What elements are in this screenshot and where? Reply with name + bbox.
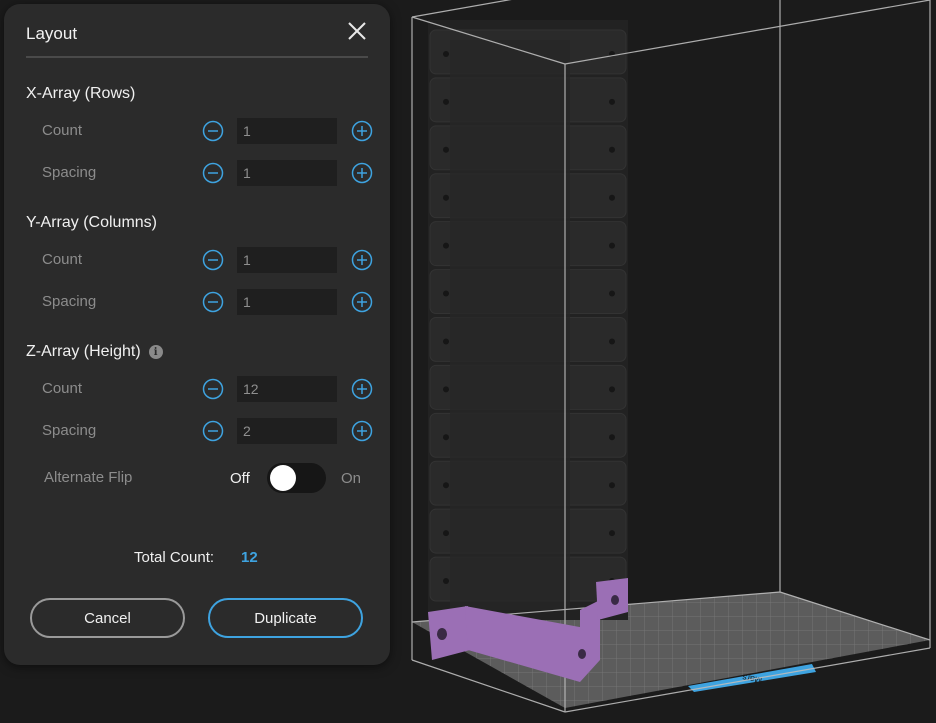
x-spacing-input[interactable]	[237, 160, 337, 186]
flip-on-label: On	[341, 470, 362, 487]
y-count-plus-icon[interactable]	[351, 249, 373, 271]
close-icon[interactable]	[346, 20, 368, 42]
x-count-plus-icon[interactable]	[351, 120, 373, 142]
x-array-heading: X-Array (Rows)	[26, 85, 135, 103]
x-count-row: Count	[4, 118, 390, 144]
y-spacing-row: Spacing	[4, 289, 390, 315]
stacked-copy-hole	[443, 50, 449, 57]
z-array-heading: Z-Array (Height) i	[26, 343, 163, 361]
x-array-title: X-Array (Rows)	[26, 85, 136, 102]
stacked-copy-hole	[609, 98, 615, 105]
y-spacing-input[interactable]	[237, 289, 337, 315]
stacked-copy-hole	[443, 386, 449, 393]
duplicate-button[interactable]: Duplicate	[208, 598, 363, 638]
z-spacing-input[interactable]	[237, 418, 337, 444]
z-count-label: Count	[42, 380, 83, 397]
y-count-row: Count	[4, 247, 390, 273]
stacked-copy-hole	[443, 290, 449, 297]
z-spacing-label: Spacing	[42, 422, 97, 439]
stacked-copy-hole	[609, 242, 615, 249]
stacked-copy-hole	[443, 98, 449, 105]
z-spacing-minus-icon[interactable]	[202, 420, 224, 442]
alternate-flip-toggle[interactable]	[267, 463, 326, 493]
x-spacing-label: Spacing	[42, 164, 97, 181]
stacked-copy-hole	[443, 578, 449, 585]
stacked-copy-hole	[443, 482, 449, 489]
x-count-input[interactable]	[237, 118, 337, 144]
z-spacing-row: Spacing	[4, 418, 390, 444]
layout-dialog: Layout X-Array (Rows) Count Spacing Y-Ar…	[4, 4, 390, 665]
header-divider	[26, 56, 368, 58]
z-count-plus-icon[interactable]	[351, 378, 373, 400]
stacked-copy-hole	[609, 338, 615, 345]
flip-off-label: Off	[230, 470, 250, 487]
y-array-heading: Y-Array (Columns)	[26, 214, 157, 232]
stacked-copy-hole	[609, 194, 615, 201]
stacked-copy-hole	[443, 530, 449, 537]
total-count-label: Total Count:	[134, 549, 215, 566]
stacked-copy-hole	[609, 482, 615, 489]
stacked-copy-hole	[609, 290, 615, 297]
total-count-value: 12	[241, 549, 258, 566]
x-count-label: Count	[42, 122, 83, 139]
stacked-copy-hole	[443, 338, 449, 345]
info-icon[interactable]: i	[148, 345, 163, 359]
model-stack	[428, 20, 628, 620]
stacked-copy-hole	[443, 434, 449, 441]
x-spacing-minus-icon[interactable]	[202, 162, 224, 184]
y-count-input[interactable]	[237, 247, 337, 273]
x-count-minus-icon[interactable]	[202, 120, 224, 142]
stacked-copy-hole	[609, 146, 615, 153]
dialog-title: Layout	[26, 24, 78, 43]
y-array-title: Y-Array (Columns)	[26, 214, 157, 231]
stacked-copy-hole	[443, 242, 449, 249]
stacked-copy-hole	[609, 434, 615, 441]
toggle-knob	[270, 465, 296, 491]
x-spacing-row: Spacing	[4, 160, 390, 186]
y-spacing-label: Spacing	[42, 293, 97, 310]
z-array-title: Z-Array (Height)	[26, 343, 141, 360]
z-count-input[interactable]	[237, 376, 337, 402]
y-spacing-minus-icon[interactable]	[202, 291, 224, 313]
y-count-label: Count	[42, 251, 83, 268]
cancel-button[interactable]: Cancel	[30, 598, 185, 638]
z-count-row: Count	[4, 376, 390, 402]
alternate-flip-label: Alternate Flip	[44, 469, 133, 486]
z-count-minus-icon[interactable]	[202, 378, 224, 400]
stacked-copy-hole	[443, 146, 449, 153]
stacked-copy-hole	[609, 530, 615, 537]
z-spacing-plus-icon[interactable]	[351, 420, 373, 442]
y-count-minus-icon[interactable]	[202, 249, 224, 271]
x-spacing-plus-icon[interactable]	[351, 162, 373, 184]
y-spacing-plus-icon[interactable]	[351, 291, 373, 313]
stacked-copy-hole	[609, 386, 615, 393]
stacked-copy-hole	[443, 194, 449, 201]
